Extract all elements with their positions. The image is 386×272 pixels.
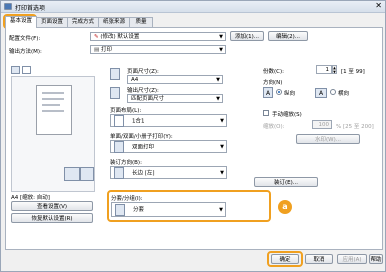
chevron-down-icon: ▼ bbox=[220, 118, 224, 124]
chevron-down-icon: ▼ bbox=[219, 34, 223, 40]
collate-label: 分套/分组(I): bbox=[111, 196, 143, 202]
page-size-label: 页面尺寸(Z): bbox=[127, 69, 159, 75]
print-preferences-window: 打印首选项 ✕ 基本设置 页面设置 完成方式 纸张来源 质量 配置文件(F): … bbox=[0, 0, 386, 272]
restore-defaults-button[interactable]: 恢复默认设置(R) bbox=[11, 213, 93, 223]
collate-icon bbox=[115, 203, 125, 216]
callout-badge: a bbox=[278, 200, 292, 214]
close-icon[interactable]: ✕ bbox=[375, 2, 382, 10]
output-size-value: 匹配页面尺寸 bbox=[131, 96, 165, 102]
binding-icon bbox=[114, 167, 124, 179]
layout-icon bbox=[114, 115, 124, 127]
printer-app-icon bbox=[4, 3, 12, 10]
tab-quality[interactable]: 质量 bbox=[129, 17, 153, 27]
apply-button[interactable]: 应用(A) bbox=[337, 254, 367, 264]
portrait-icon: A bbox=[263, 87, 273, 98]
binding-button[interactable]: 装订(E)... bbox=[254, 177, 318, 187]
collate-select[interactable]: 分套 ▼ bbox=[111, 202, 226, 217]
collate-value: 分套 bbox=[133, 207, 145, 213]
page-size-icon bbox=[110, 68, 120, 80]
paper-info: A4 [缩放: 自动] bbox=[11, 195, 50, 201]
chevron-down-icon: ▼ bbox=[219, 207, 223, 213]
basic-settings-panel: 配置文件(F): ✎ (修改) 默认设置 ▼ 添加(1)... 编辑(2)... … bbox=[5, 27, 383, 250]
output-size-label: 输出尺寸(Z): bbox=[127, 88, 159, 94]
edit-profile-button[interactable]: 编辑(2)... bbox=[268, 31, 308, 41]
binding-label: 装订方向(B): bbox=[110, 160, 142, 166]
help-button[interactable]: 帮助 bbox=[369, 254, 383, 264]
output-method-select[interactable]: ▤ 打印 ▼ bbox=[90, 45, 226, 54]
page-layout-value: 1合1 bbox=[132, 118, 145, 125]
profile-label: 配置文件(F): bbox=[9, 36, 41, 42]
chevron-down-icon: ▼ bbox=[216, 77, 220, 83]
copies-label: 份数(C): bbox=[263, 69, 284, 75]
page-preview bbox=[36, 85, 72, 135]
scale-label: 缩放(O): bbox=[263, 124, 285, 130]
preview-area bbox=[11, 76, 95, 192]
chevron-down-icon: ▼ bbox=[220, 170, 224, 176]
tab-basic-settings[interactable]: 基本设置 bbox=[5, 16, 37, 28]
duplex-select[interactable]: 双面打印 ▼ bbox=[110, 140, 227, 153]
profile-select-value: (修改) 默认设置 bbox=[100, 34, 140, 40]
booklet-icon bbox=[80, 167, 94, 181]
tab-page-setup[interactable]: 页面设置 bbox=[36, 17, 68, 27]
window-title: 打印首选项 bbox=[15, 5, 46, 12]
page-layout-select[interactable]: 1合1 ▼ bbox=[110, 114, 227, 127]
view-layout-icon[interactable] bbox=[11, 66, 20, 74]
ok-button[interactable]: 确定 bbox=[271, 254, 299, 264]
duplex-print-icon bbox=[114, 141, 124, 153]
portrait-label: 纵向 bbox=[284, 91, 296, 97]
title-bar: 打印首选项 ✕ bbox=[1, 1, 385, 13]
view-settings-button[interactable]: 查看设置(V) bbox=[11, 201, 93, 211]
chevron-down-icon: ▼ bbox=[220, 144, 224, 150]
output-size-select[interactable]: 匹配页面尺寸 ▼ bbox=[127, 94, 223, 103]
binding-select[interactable]: 长边 [左] ▼ bbox=[110, 166, 227, 179]
orientation-label: 方向(N) bbox=[263, 80, 283, 86]
profile-select[interactable]: ✎ (修改) 默认设置 ▼ bbox=[90, 32, 226, 41]
duplex-label: 单面/双面/小册子打印(Y): bbox=[110, 134, 173, 140]
view-printer-icon[interactable] bbox=[22, 66, 31, 74]
page-layout-label: 页面布局(L): bbox=[110, 108, 142, 114]
printer-icon: ▤ bbox=[94, 47, 101, 53]
add-profile-button[interactable]: 添加(1)... bbox=[230, 31, 264, 41]
duplex-value: 双面打印 bbox=[132, 144, 155, 151]
manual-scale-checkbox[interactable] bbox=[263, 110, 269, 116]
landscape-icon: A bbox=[315, 88, 327, 98]
output-method-value: 打印 bbox=[100, 47, 112, 53]
tab-finishing[interactable]: 完成方式 bbox=[67, 17, 99, 27]
duplex-icon bbox=[64, 167, 80, 181]
chevron-down-icon: ▼ bbox=[216, 96, 220, 102]
copies-input[interactable]: 1 bbox=[316, 65, 332, 74]
scale-input[interactable]: 100 bbox=[312, 120, 332, 129]
copies-range: [1 至 99] bbox=[341, 69, 365, 75]
manual-scale-label: 手动缩放(S) bbox=[272, 112, 302, 118]
page-size-value: A4 bbox=[131, 77, 139, 83]
output-size-icon bbox=[110, 87, 120, 99]
copies-spinner[interactable]: ▲ ▼ bbox=[332, 65, 337, 74]
page-size-select[interactable]: A4 ▼ bbox=[127, 75, 223, 84]
cancel-button[interactable]: 取消 bbox=[305, 254, 333, 264]
output-method-label: 输出方法(M): bbox=[9, 49, 42, 55]
scale-range: % [25 至 200] bbox=[336, 124, 374, 130]
watermark-button[interactable]: 水印(W)... bbox=[296, 134, 360, 144]
landscape-label: 横向 bbox=[338, 91, 350, 97]
portrait-radio[interactable] bbox=[276, 89, 282, 95]
tab-paper-source[interactable]: 纸张来源 bbox=[98, 17, 130, 27]
landscape-radio[interactable] bbox=[330, 89, 336, 95]
binding-value: 长边 [左] bbox=[132, 170, 155, 177]
chevron-down-icon: ▼ bbox=[219, 47, 223, 53]
